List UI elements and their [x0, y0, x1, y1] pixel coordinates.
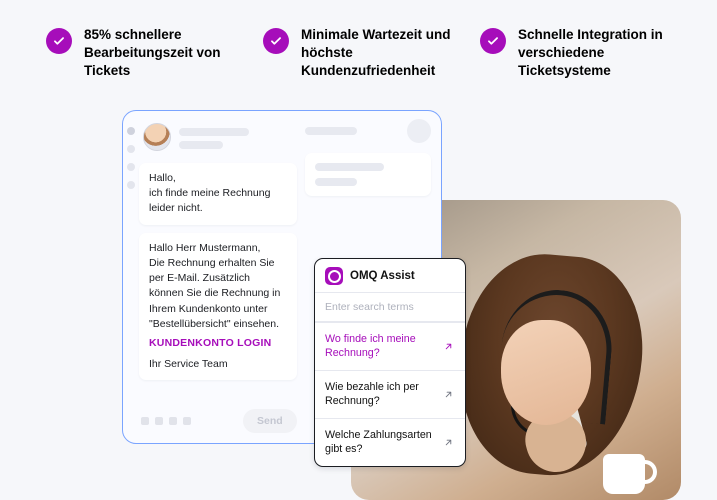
reply-signoff: Ihr Service Team: [149, 357, 287, 372]
rail-dot[interactable]: [127, 181, 135, 189]
skeleton-line: [179, 141, 223, 149]
reply-greeting: Hallo Herr Mustermann,: [149, 242, 260, 254]
benefit-item: 85% schnellere Bearbeitungszeit von Tick…: [46, 26, 243, 81]
composer-tool-icon[interactable]: [183, 417, 191, 425]
assist-suggestion[interactable]: Wie bezahle ich per Rechnung?: [315, 370, 465, 418]
benefits-row: 85% schnellere Bearbeitungszeit von Tick…: [0, 0, 717, 81]
reply-body: Die Rechnung erhalten Sie per E-Mail. Zu…: [149, 257, 280, 330]
skeleton-line: [305, 127, 357, 135]
omq-assist-panel: OMQ Assist Enter search terms Wo finde i…: [314, 258, 466, 467]
benefit-text: Schnelle Integration in verschiedene Tic…: [518, 26, 677, 81]
assist-suggestion-text: Wie bezahle ich per Rechnung?: [325, 380, 433, 409]
open-arrow-icon: [441, 339, 455, 353]
incoming-greeting: Hallo,: [149, 172, 176, 184]
composer-tool-icon[interactable]: [169, 417, 177, 425]
illustration-stage: Hallo, ich finde meine Rechnung leider n…: [0, 110, 717, 500]
mug-icon: [603, 454, 645, 494]
open-arrow-icon: [441, 435, 455, 449]
headset-icon: [496, 285, 617, 424]
details-panel: [305, 153, 431, 196]
benefit-item: Schnelle Integration in verschiedene Tic…: [480, 26, 677, 81]
composer-tool-icon[interactable]: [141, 417, 149, 425]
assist-suggestion-text: Welche Zahlungsarten gibt es?: [325, 428, 433, 457]
assist-title: OMQ Assist: [350, 270, 415, 282]
incoming-body: ich finde meine Rechnung leider nicht.: [149, 187, 270, 214]
incoming-message: Hallo, ich finde meine Rechnung leider n…: [139, 163, 297, 225]
check-icon: [46, 28, 72, 54]
composer-row: Send: [139, 401, 297, 435]
assist-suggestion[interactable]: Welche Zahlungsarten gibt es?: [315, 418, 465, 466]
customer-avatar: [143, 123, 171, 151]
benefit-text: Minimale Wartezeit und höchste Kundenzuf…: [301, 26, 460, 81]
assist-suggestion-text: Wo finde ich meine Rechnung?: [325, 332, 433, 361]
reply-message: Hallo Herr Mustermann, Die Rechnung erha…: [139, 233, 297, 381]
conversation-column: Hallo, ich finde meine Rechnung leider n…: [139, 119, 297, 435]
assist-header: OMQ Assist: [315, 259, 465, 292]
profile-circle[interactable]: [407, 119, 431, 143]
benefit-item: Minimale Wartezeit und höchste Kundenzuf…: [263, 26, 460, 81]
send-button[interactable]: Send: [243, 409, 297, 433]
rail-dot[interactable]: [127, 127, 135, 135]
check-icon: [480, 28, 506, 54]
rail-dot[interactable]: [127, 145, 135, 153]
account-login-link[interactable]: KUNDENKONTO LOGIN: [149, 336, 287, 351]
skeleton-line: [179, 128, 249, 136]
check-icon: [263, 28, 289, 54]
rail-dot[interactable]: [127, 163, 135, 171]
skeleton-line: [315, 163, 384, 171]
benefit-text: 85% schnellere Bearbeitungszeit von Tick…: [84, 26, 243, 81]
omq-logo-icon: [325, 267, 343, 285]
open-arrow-icon: [441, 387, 455, 401]
sidebar-rail: [123, 119, 139, 435]
assist-suggestion[interactable]: Wo finde ich meine Rechnung?: [315, 322, 465, 370]
composer-tool-icon[interactable]: [155, 417, 163, 425]
assist-search-input[interactable]: Enter search terms: [315, 292, 465, 322]
skeleton-line: [315, 178, 358, 186]
